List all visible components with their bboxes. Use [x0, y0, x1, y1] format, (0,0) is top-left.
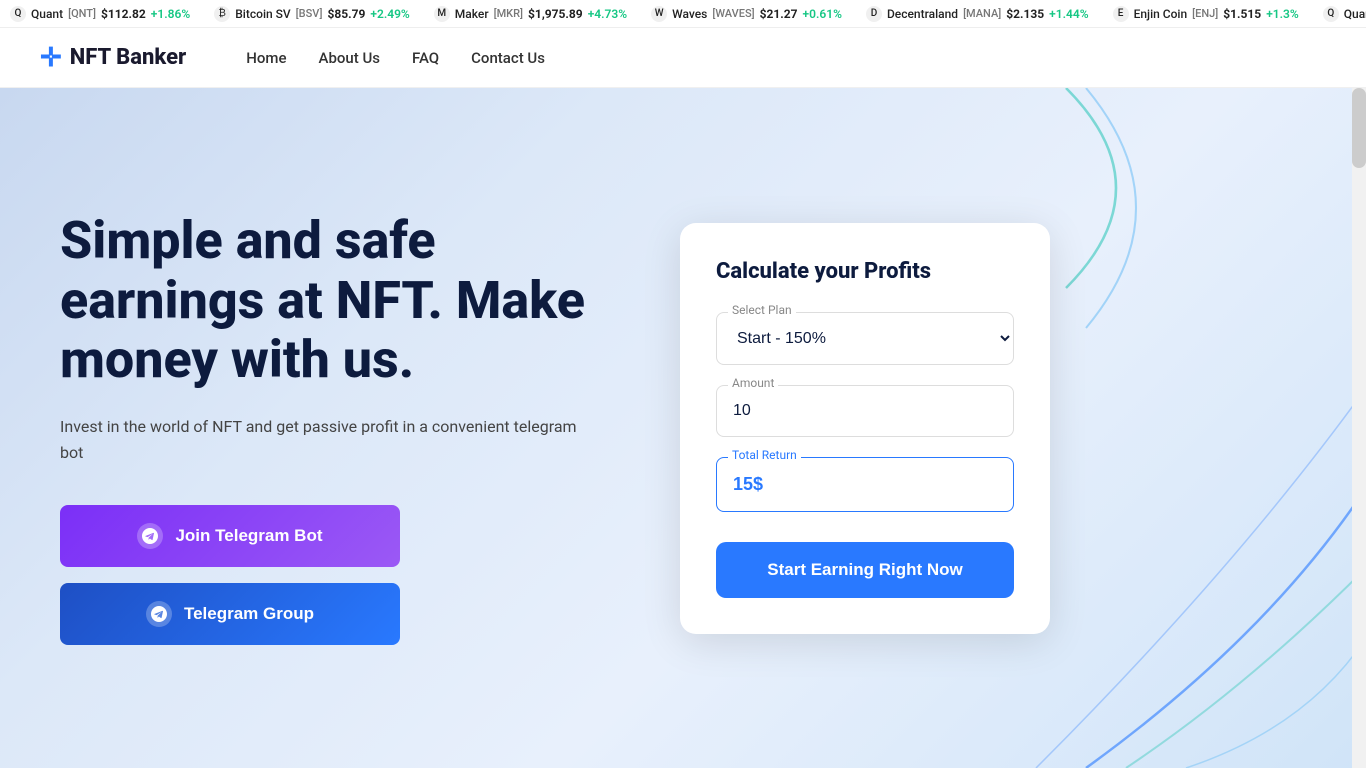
coin-price-enj: $1.515 — [1223, 7, 1261, 21]
coin-symbol-bsv: [BSV] — [296, 7, 323, 20]
telegram-group-button[interactable]: Telegram Group — [60, 583, 400, 645]
coin-name-qnt: Quant — [1344, 7, 1366, 21]
coin-symbol-waves: [WAVES] — [712, 7, 754, 20]
coin-name-qnt: Quant — [31, 7, 63, 21]
coin-name-bsv: Bitcoin SV — [235, 7, 290, 21]
hero-left: Simple and safe earnings at NFT. Make mo… — [0, 211, 680, 646]
navbar: ✛ NFT Banker Home About Us FAQ Contact Us — [0, 28, 1366, 88]
scrollbar-track — [1352, 88, 1366, 768]
ticker-bar: Q Quant [QNT] $112.82 +1.86% ₿ Bitcoin S… — [0, 0, 1366, 28]
total-return-input[interactable] — [716, 457, 1014, 512]
coin-change-enj: +1.3% — [1266, 7, 1299, 21]
coin-price-mkr: $1,975.89 — [528, 7, 583, 21]
hero-title: Simple and safe earnings at NFT. Make mo… — [60, 211, 620, 390]
amount-input[interactable] — [716, 385, 1014, 437]
telegram-group-icon — [146, 601, 172, 627]
nav-link-about-us[interactable]: About Us — [319, 49, 381, 67]
telegram-group-label: Telegram Group — [184, 604, 314, 624]
ticker-item-qnt: Q Quant [QNT] $112.82 +1.86% — [1323, 6, 1366, 22]
start-earning-button[interactable]: Start Earning Right Now — [716, 542, 1014, 598]
coin-icon-waves: W — [651, 6, 667, 22]
coin-change-waves: +0.61% — [803, 7, 842, 21]
ticker-item-mkr: M Maker [MKR] $1,975.89 +4.73% — [434, 6, 627, 22]
coin-icon-enj: E — [1113, 6, 1129, 22]
hero-section: Simple and safe earnings at NFT. Make mo… — [0, 88, 1366, 768]
calculator-card: Calculate your Profits Select Plan Start… — [680, 223, 1050, 634]
amount-label: Amount — [728, 376, 778, 390]
ticker-item-qnt: Q Quant [QNT] $112.82 +1.86% — [10, 6, 190, 22]
coin-change-bsv: +2.49% — [370, 7, 409, 21]
coin-price-qnt: $112.82 — [101, 7, 146, 21]
ticker-item-bsv: ₿ Bitcoin SV [BSV] $85.79 +2.49% — [214, 6, 410, 22]
ticker-item-enj: E Enjin Coin [ENJ] $1.515 +1.3% — [1113, 6, 1299, 22]
ticker-item-mana: D Decentraland [MANA] $2.135 +1.44% — [866, 6, 1089, 22]
coin-symbol-mana: [MANA] — [963, 7, 1001, 20]
coin-change-qnt: +1.86% — [151, 7, 190, 21]
join-telegram-bot-label: Join Telegram Bot — [175, 526, 322, 546]
coin-icon-qnt: Q — [1323, 6, 1339, 22]
coin-price-waves: $21.27 — [760, 7, 798, 21]
nav-link-home[interactable]: Home — [246, 49, 286, 67]
coin-price-bsv: $85.79 — [327, 7, 365, 21]
coin-icon-bsv: ₿ — [214, 6, 230, 22]
coin-name-waves: Waves — [672, 7, 707, 21]
coin-icon-qnt: Q — [10, 6, 26, 22]
nav-link-contact-us[interactable]: Contact Us — [471, 49, 545, 67]
telegram-bot-icon — [137, 523, 163, 549]
coin-change-mana: +1.44% — [1049, 7, 1088, 21]
hero-subtitle: Invest in the world of NFT and get passi… — [60, 414, 580, 465]
button-group: Join Telegram Bot Telegram Group — [60, 505, 400, 645]
coin-icon-mkr: M — [434, 6, 450, 22]
coin-price-mana: $2.135 — [1006, 7, 1044, 21]
nav-link-faq[interactable]: FAQ — [412, 49, 439, 67]
logo[interactable]: ✛ NFT Banker — [40, 43, 186, 73]
plan-select[interactable]: Start - 150% — [716, 312, 1014, 365]
coin-name-enj: Enjin Coin — [1134, 7, 1188, 21]
total-return-field: Total Return — [716, 457, 1014, 512]
coin-icon-mana: D — [866, 6, 882, 22]
nav-links: Home About Us FAQ Contact Us — [246, 48, 545, 67]
coin-symbol-mkr: [MKR] — [494, 7, 523, 20]
coin-symbol-enj: [ENJ] — [1192, 7, 1218, 20]
calculator-title: Calculate your Profits — [716, 259, 1014, 284]
coin-symbol-qnt: [QNT] — [68, 7, 96, 20]
ticker-item-waves: W Waves [WAVES] $21.27 +0.61% — [651, 6, 842, 22]
join-telegram-bot-button[interactable]: Join Telegram Bot — [60, 505, 400, 567]
coin-name-mana: Decentraland — [887, 7, 958, 21]
total-return-label: Total Return — [728, 448, 801, 462]
amount-field: Amount — [716, 385, 1014, 437]
coin-name-mkr: Maker — [455, 7, 489, 21]
logo-text: NFT Banker — [70, 45, 186, 70]
plan-field: Select Plan Start - 150% — [716, 312, 1014, 365]
scrollbar-thumb[interactable] — [1352, 88, 1366, 168]
plan-label: Select Plan — [728, 303, 796, 317]
logo-icon: ✛ — [40, 43, 62, 73]
coin-change-mkr: +4.73% — [588, 7, 627, 21]
ticker-content: Q Quant [QNT] $112.82 +1.86% ₿ Bitcoin S… — [0, 6, 1366, 22]
